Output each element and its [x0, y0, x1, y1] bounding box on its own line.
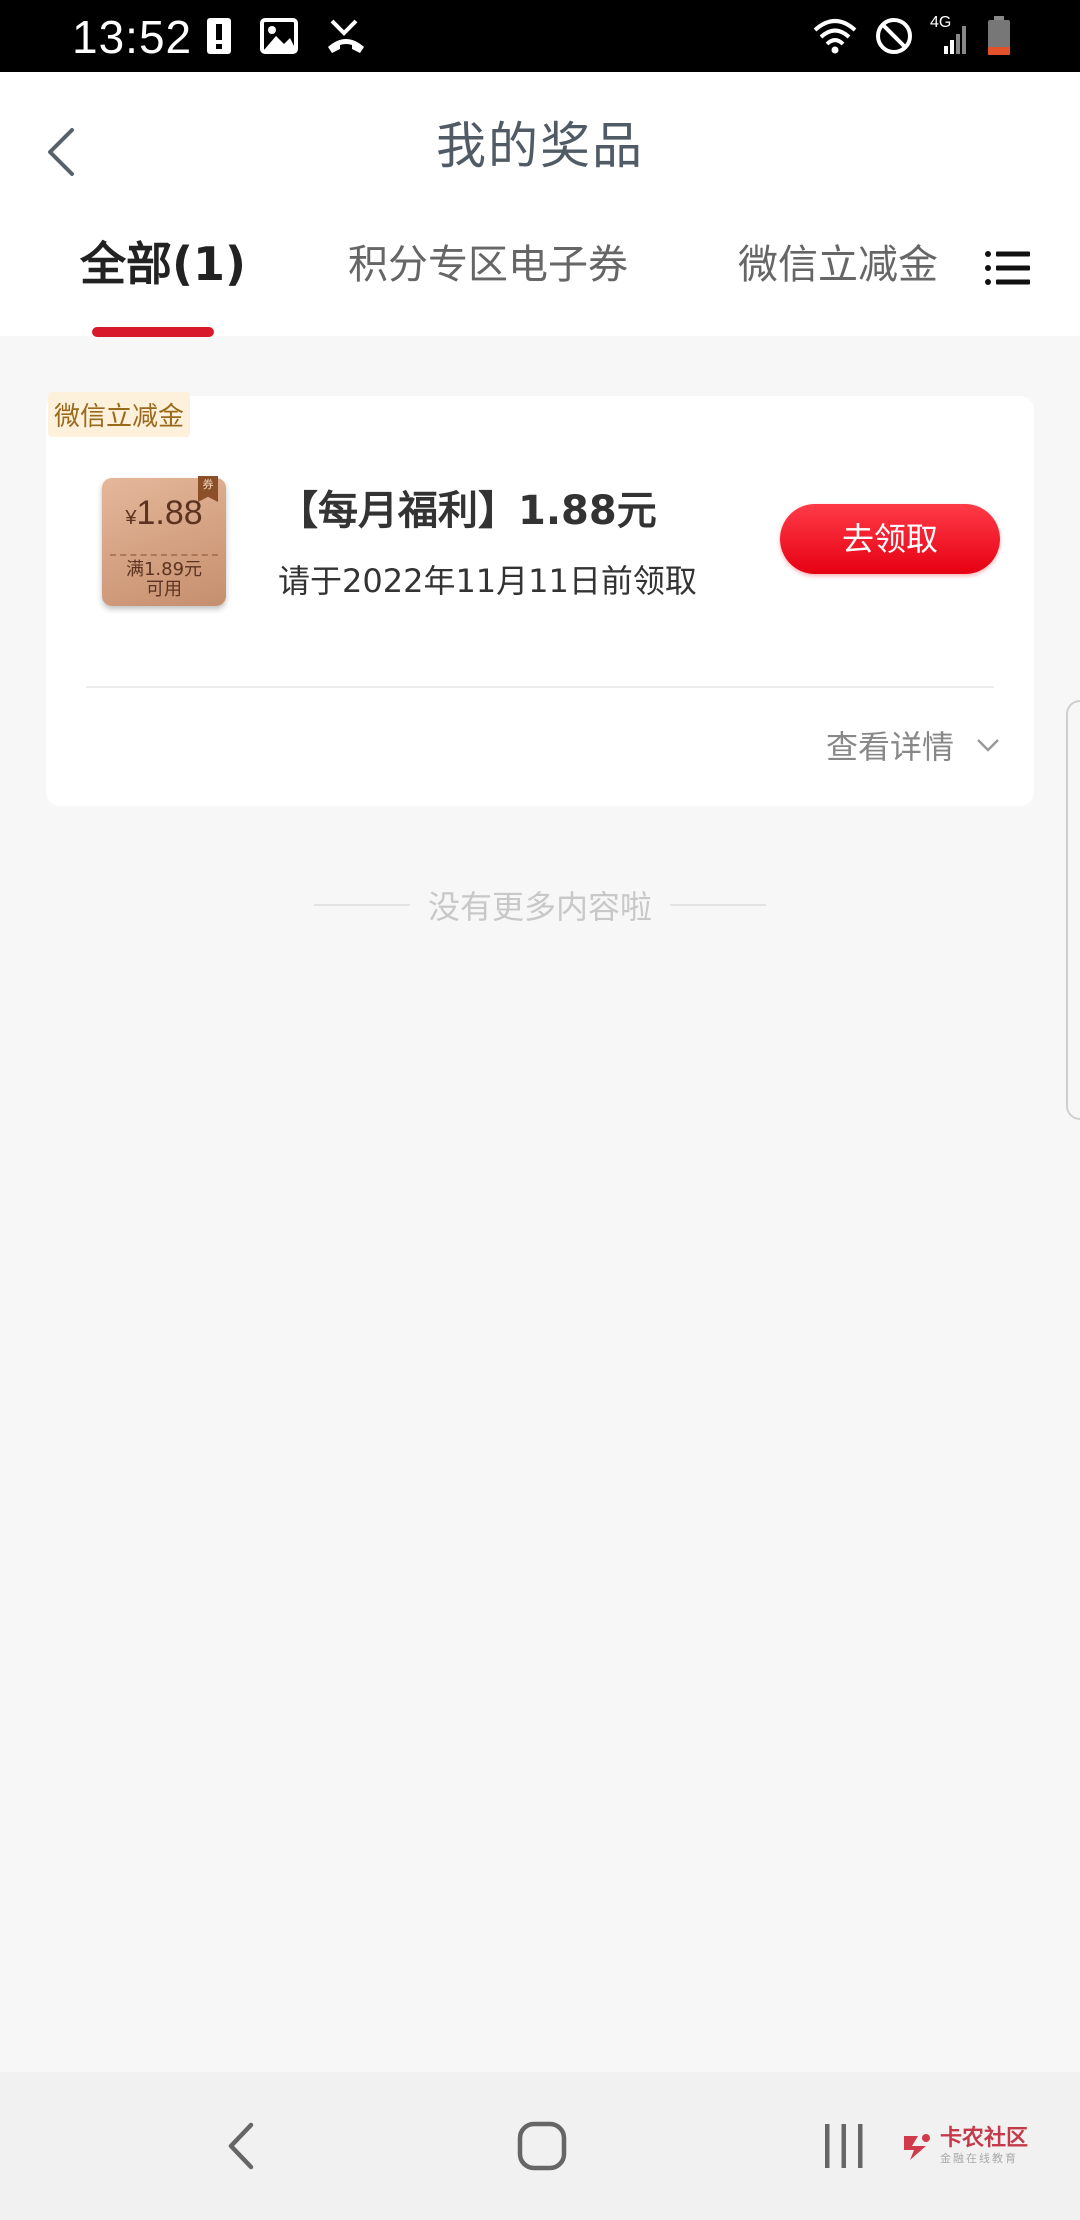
currency-symbol: ¥ — [125, 507, 137, 529]
end-line-right — [670, 904, 766, 906]
nav-recents-button[interactable] — [814, 2116, 874, 2176]
coupon-condition-line2: 可用 — [146, 579, 182, 600]
tab-all[interactable]: 全部(1) — [80, 228, 246, 294]
kanong-logo-icon — [904, 2134, 930, 2160]
alert-icon — [207, 18, 231, 54]
signal-icon: 4G — [930, 14, 970, 56]
watermark-logo: 卡农社区 金融在线教育 — [900, 2128, 1028, 2166]
prize-type-tag: 微信立减金 — [48, 392, 191, 437]
wifi-icon — [813, 19, 857, 54]
active-tab-indicator — [92, 327, 214, 337]
status-bar: 13:52 4G — [0, 0, 1080, 72]
recents-nav-icon — [825, 2124, 863, 2168]
watermark-subtitle: 金融在线教育 — [940, 2152, 1018, 2165]
coupon-condition: 满1.89元 可用 — [102, 560, 226, 600]
tab-menu-button[interactable] — [984, 248, 1032, 288]
status-system-icons: 4G — [812, 12, 1012, 60]
view-details-label: 查看详情 — [825, 728, 954, 766]
end-of-list: 没有更多内容啦 — [0, 882, 1080, 928]
prize-deadline: 请于2022年11月11日前领取 — [278, 562, 697, 600]
coupon-divider — [110, 554, 218, 556]
coupon-value: 1.88 — [136, 494, 203, 532]
missed-call-icon — [328, 19, 364, 53]
tab-wechat-discount[interactable]: 微信立减金( — [738, 232, 938, 290]
card-divider — [86, 686, 994, 688]
end-line-left — [313, 904, 410, 906]
nav-home-button[interactable] — [510, 2116, 574, 2176]
do-not-disturb-icon — [876, 18, 912, 54]
coupon-thumbnail: 券 ¥1.88 满1.89元 可用 — [102, 476, 226, 606]
coupon-condition-line1: 满1.89元 — [125, 559, 203, 580]
end-of-list-text: 没有更多内容啦 — [427, 888, 652, 926]
edge-panel-handle[interactable] — [1066, 700, 1080, 1120]
watermark-title: 卡农社区 — [940, 2126, 1029, 2151]
status-notification-icons — [206, 14, 366, 58]
prize-card: 微信立减金 券 ¥1.88 满1.89元 可用 【每月福利】1.88元 请于20… — [46, 392, 1034, 806]
tab-points-coupons[interactable]: 积分专区电子券 — [348, 232, 628, 290]
image-icon — [260, 18, 298, 54]
claim-button[interactable]: 去领取 — [780, 504, 1000, 574]
page-title: 我的奖品 — [436, 117, 644, 175]
battery-icon — [988, 16, 1010, 55]
nav-back-button[interactable] — [210, 2116, 270, 2176]
prize-title: 【每月福利】1.88元 — [278, 488, 657, 534]
list-menu-icon — [985, 251, 1030, 285]
coupon-amount: ¥1.88 — [102, 494, 226, 533]
system-nav-bar: 卡农社区 金融在线教育 — [0, 2072, 1080, 2220]
home-nav-icon — [517, 2121, 567, 2171]
view-details-link[interactable]: 查看详情 — [826, 722, 1000, 768]
back-nav-icon — [228, 2122, 254, 2170]
chevron-down-icon — [977, 739, 999, 752]
status-time: 13:52 — [72, 11, 193, 63]
page-header: 我的奖品 全部(1) 积分专区电子券 微信立减金( — [0, 72, 1080, 337]
